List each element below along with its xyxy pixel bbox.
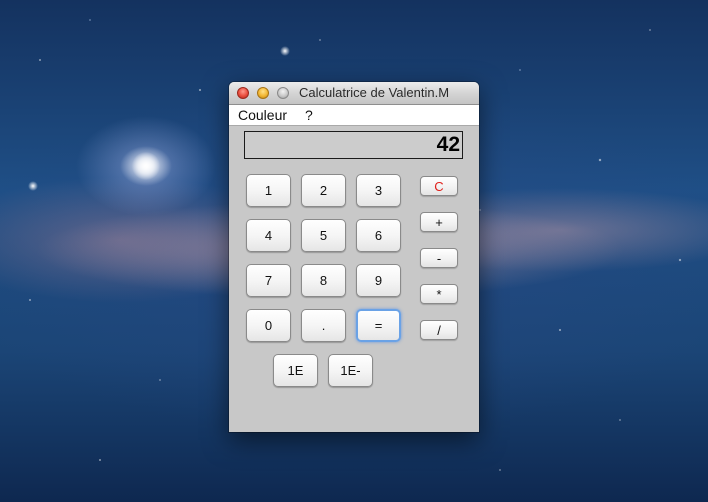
digit-3-button[interactable]: 3 xyxy=(356,174,401,207)
menu-couleur[interactable]: Couleur xyxy=(238,105,287,125)
window-title: Calculatrice de Valentin.M xyxy=(299,85,450,100)
minus-button[interactable]: - xyxy=(420,248,458,268)
clear-button[interactable]: C xyxy=(420,176,458,196)
digit-5-button[interactable]: 5 xyxy=(301,219,346,252)
digit-8-button[interactable]: 8 xyxy=(301,264,346,297)
exponent-plus-button[interactable]: 1E xyxy=(273,354,318,387)
zoom-window-icon[interactable] xyxy=(277,87,289,99)
equals-button[interactable]: = xyxy=(356,309,401,342)
multiply-button[interactable]: * xyxy=(420,284,458,304)
digit-4-button[interactable]: 4 xyxy=(246,219,291,252)
decimal-point-button[interactable]: . xyxy=(301,309,346,342)
wallpaper-star xyxy=(28,181,38,191)
menu-help[interactable]: ? xyxy=(305,105,313,125)
plus-button[interactable]: + xyxy=(420,212,458,232)
digit-0-button[interactable]: 0 xyxy=(246,309,291,342)
calculator-window: Calculatrice de Valentin.M Couleur ? 42 … xyxy=(229,82,479,432)
wallpaper-star xyxy=(280,46,290,56)
minimize-window-icon[interactable] xyxy=(257,87,269,99)
digit-7-button[interactable]: 7 xyxy=(246,264,291,297)
menu-bar: Couleur ? xyxy=(229,105,479,126)
exponent-minus-button[interactable]: 1E- xyxy=(328,354,373,387)
digit-9-button[interactable]: 9 xyxy=(356,264,401,297)
divide-button[interactable]: / xyxy=(420,320,458,340)
calculator-display: 42 xyxy=(244,131,463,159)
digit-2-button[interactable]: 2 xyxy=(301,174,346,207)
close-window-icon[interactable] xyxy=(237,87,249,99)
digit-6-button[interactable]: 6 xyxy=(356,219,401,252)
wallpaper-bright-star xyxy=(132,152,160,180)
digit-1-button[interactable]: 1 xyxy=(246,174,291,207)
title-bar[interactable]: Calculatrice de Valentin.M xyxy=(229,82,479,105)
